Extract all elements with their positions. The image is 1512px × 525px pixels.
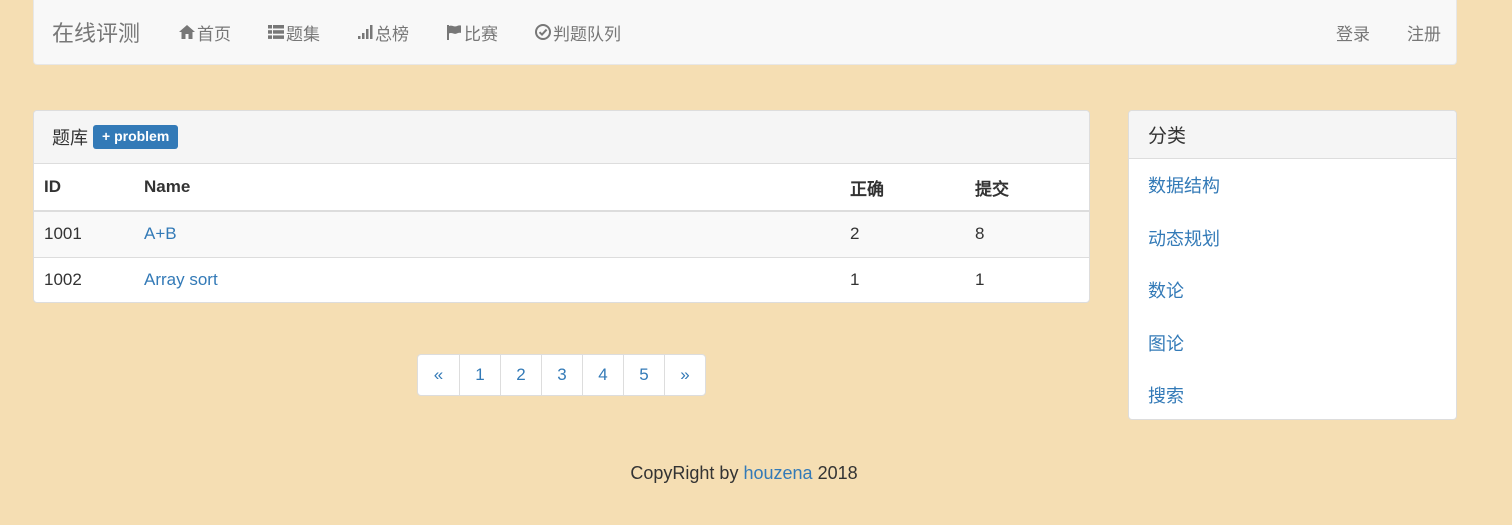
flag-icon <box>445 23 463 41</box>
nav-home[interactable]: 首页 <box>178 20 231 45</box>
table-row: 1002 Array sort 1 1 <box>34 257 1089 302</box>
category-link-search[interactable]: 搜索 <box>1148 382 1184 408</box>
footer: CopyRight by houzena 2018 <box>0 463 1488 484</box>
problem-table: ID Name 正确 提交 1001 A+B 2 8 1002 Array so… <box>34 164 1089 302</box>
problem-submitted: 1 <box>975 270 985 290</box>
nav-home-label: 首页 <box>197 24 232 44</box>
table-row: 1001 A+B 2 8 <box>34 211 1089 257</box>
register-link[interactable]: 注册 <box>1407 20 1441 45</box>
pagination-page-3[interactable]: 3 <box>541 355 582 395</box>
column-header-id: ID <box>44 177 61 196</box>
pagination-page-1[interactable]: 1 <box>459 355 500 395</box>
pagination-page-4[interactable]: 4 <box>582 355 623 395</box>
nav-ranklist-label: 总榜 <box>375 24 410 44</box>
list-icon <box>267 23 285 41</box>
column-header-accepted: 正确 <box>850 179 884 199</box>
pagination-next[interactable]: » <box>664 355 705 395</box>
category-link-data-structure[interactable]: 数据结构 <box>1148 172 1220 198</box>
pagination-page-2[interactable]: 2 <box>500 355 541 395</box>
category-link-dynamic-programming[interactable]: 动态规划 <box>1148 225 1220 251</box>
problem-accepted: 2 <box>850 224 860 244</box>
problem-accepted: 1 <box>850 270 860 290</box>
problem-id: 1002 <box>44 270 82 290</box>
nav-right: 登录 注册 <box>1314 20 1456 45</box>
check-circle-icon <box>534 23 552 41</box>
top-navbar: 在线评测 首页 题集 总榜 比赛 判题队列 登录 注册 <box>33 0 1457 65</box>
footer-author-link[interactable]: houzena <box>743 463 812 483</box>
nav-judge-queue[interactable]: 判题队列 <box>534 20 621 45</box>
nav-judge-queue-label: 判题队列 <box>553 24 622 44</box>
home-icon <box>178 23 196 41</box>
footer-year: 2018 <box>817 463 858 483</box>
problem-panel-title: 题库 <box>52 128 88 148</box>
category-panel: 分类 数据结构 动态规划 数论 图论 搜索 <box>1128 110 1457 420</box>
nav-ranklist[interactable]: 总榜 <box>356 20 409 45</box>
pagination-page-5[interactable]: 5 <box>623 355 664 395</box>
problem-panel: 题库 + problem ID Name 正确 提交 1001 A+B 2 8 … <box>33 110 1090 303</box>
nav-contest[interactable]: 比赛 <box>445 20 498 45</box>
category-panel-title: 分类 <box>1129 111 1456 159</box>
nav-problemset[interactable]: 题集 <box>267 20 320 45</box>
list-item: 搜索 <box>1129 369 1456 419</box>
problem-link[interactable]: Array sort <box>144 270 218 289</box>
category-link-number-theory[interactable]: 数论 <box>1148 277 1184 303</box>
column-header-submitted: 提交 <box>975 179 1009 199</box>
category-list: 数据结构 动态规划 数论 图论 搜索 <box>1129 159 1456 419</box>
problem-submitted: 8 <box>975 224 985 244</box>
pagination: « 1 2 3 4 5 » <box>417 354 706 396</box>
problem-panel-heading: 题库 + problem <box>34 111 1089 164</box>
problem-link[interactable]: A+B <box>144 224 177 243</box>
add-problem-button[interactable]: + problem <box>93 125 179 149</box>
table-header-row: ID Name 正确 提交 <box>34 164 1089 211</box>
nav-contest-label: 比赛 <box>464 24 499 44</box>
footer-prefix: CopyRight by <box>630 463 739 483</box>
list-item: 动态规划 <box>1129 212 1456 265</box>
list-item: 图论 <box>1129 317 1456 370</box>
nav-problemset-label: 题集 <box>286 24 321 44</box>
category-link-graph-theory[interactable]: 图论 <box>1148 330 1184 356</box>
signal-bars-icon <box>356 23 374 41</box>
column-header-name: Name <box>144 177 191 196</box>
problem-id: 1001 <box>44 224 82 244</box>
login-link[interactable]: 登录 <box>1336 20 1370 45</box>
brand-link[interactable]: 在线评测 <box>52 16 140 48</box>
pagination-prev[interactable]: « <box>418 355 459 395</box>
list-item: 数据结构 <box>1129 159 1456 212</box>
list-item: 数论 <box>1129 264 1456 317</box>
